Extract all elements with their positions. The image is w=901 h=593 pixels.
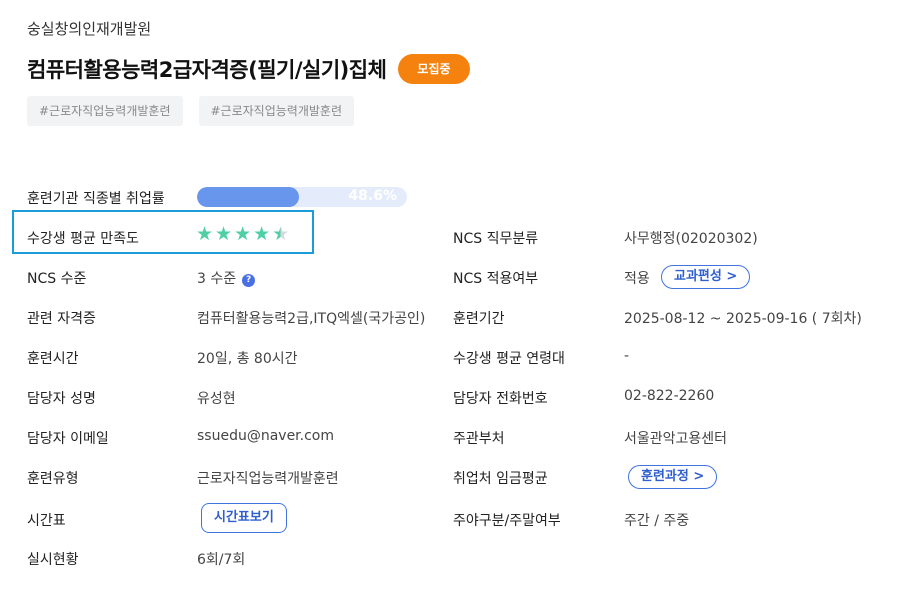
manager-email-label: 담당자 이메일: [27, 431, 109, 447]
manager-phone-value: 02-822-2260: [624, 388, 715, 404]
timetable-button[interactable]: 시간표보기: [201, 503, 287, 533]
training-hours-label: 훈련시간: [27, 351, 79, 367]
manager-name-label: 담당자 성명: [27, 391, 96, 407]
ncs-class-label: NCS 직무분류: [453, 231, 539, 247]
training-type-value: 근로자직업능력개발훈련: [197, 471, 339, 487]
course-title: 컴퓨터활용능력2급자격증(필기/실기)집체: [27, 58, 387, 82]
manager-name-value: 유성현: [197, 391, 236, 407]
average-age-value: -: [624, 348, 630, 364]
tag[interactable]: #근로자직업능력개발훈련: [27, 96, 183, 126]
half-star-icon: ★: [272, 223, 290, 245]
ncs-class-value: 사무행정(02020302): [624, 231, 758, 247]
training-course-button[interactable]: 훈련과정 >: [628, 465, 718, 489]
average-age-label: 수강생 평균 연령대: [453, 351, 565, 367]
certificate-label: 관련 자격증: [27, 311, 96, 327]
star-icon: ★: [215, 223, 233, 245]
manager-phone-label: 담당자 전화번호: [453, 391, 548, 407]
training-period-label: 훈련기간: [453, 311, 505, 327]
manager-email-value: ssuedu@naver.com: [197, 428, 335, 444]
star-icon: ★: [253, 223, 271, 245]
satisfaction-stars: ★ ★ ★ ★ ★: [196, 224, 289, 244]
training-hours-value: 20일, 총 80시간: [197, 351, 298, 367]
employment-rate-fill: [197, 187, 300, 207]
department-label: 주관부처: [453, 431, 505, 447]
employment-rate-value: 48.6%: [348, 188, 397, 204]
average-wage-label: 취업처 임금평균: [453, 471, 548, 487]
curriculum-button[interactable]: 교과편성 >: [661, 265, 751, 289]
ncs-level-value: 3 수준?: [197, 268, 256, 288]
ncs-apply-label: NCS 적용여부: [453, 271, 539, 287]
star-icon: ★: [196, 223, 214, 245]
employment-rate-label: 훈련기관 직종별 취업률: [27, 191, 165, 207]
timetable-label: 시간표: [27, 513, 66, 529]
training-type-label: 훈련유형: [27, 471, 79, 487]
satisfaction-label: 수강생 평균 만족도: [27, 231, 139, 247]
day-night-label: 주야구분/주말여부: [453, 513, 561, 529]
certificate-value: 컴퓨터활용능력2급,ITQ엑셀(국가공인): [197, 311, 426, 327]
help-icon[interactable]: ?: [242, 274, 256, 287]
tag-list: #근로자직업능력개발훈련 #근로자직업능력개발훈련: [27, 96, 354, 126]
title-row: 컴퓨터활용능력2급자격증(필기/실기)집체 모집중: [27, 54, 470, 84]
ncs-level-text: 3 수준: [197, 271, 237, 287]
day-night-value: 주간 / 주중: [624, 513, 690, 529]
ncs-apply-value: 적용: [624, 271, 650, 287]
department-value: 서울관악고용센터: [624, 431, 728, 447]
tag[interactable]: #근로자직업능력개발훈련: [198, 96, 354, 126]
status-label: 실시현황: [27, 552, 79, 568]
star-icon: ★: [234, 223, 252, 245]
employment-rate-bar: 48.6%: [197, 187, 407, 207]
status-badge: 모집중: [398, 54, 470, 84]
ncs-level-label: NCS 수준: [27, 271, 87, 287]
institution-name: 숭실창의인재개발원: [27, 20, 152, 38]
status-value: 6회/7회: [197, 552, 246, 568]
training-period-value: 2025-08-12 ~ 2025-09-16 ( 7회차): [624, 311, 862, 327]
